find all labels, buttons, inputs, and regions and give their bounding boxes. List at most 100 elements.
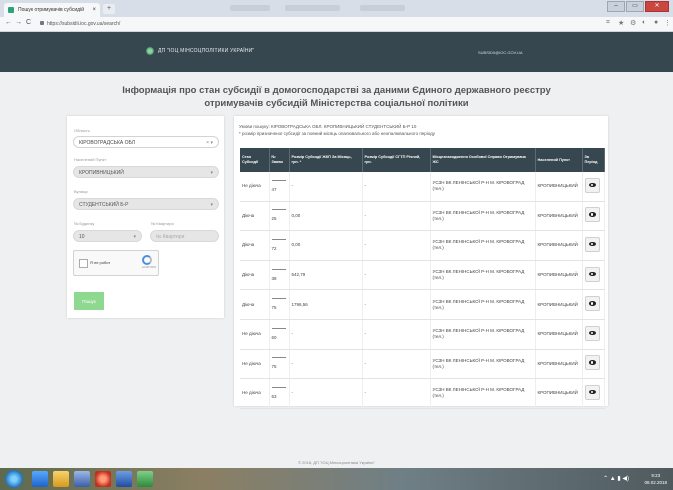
masked-number-line	[271, 179, 286, 181]
clear-chevron-icon[interactable]: × ▾	[206, 137, 213, 149]
case-location-cell: УСЗН ВК ЛЕНІНСЬКОЇ Р-Н М. КІРОВОГРАД (те…	[430, 378, 536, 409]
extension-icon[interactable]: ◐	[642, 19, 646, 26]
logo-text: ДП "ІОЦ МІНСОЦПОЛІТИКИ УКРАЇНИ"	[158, 48, 255, 54]
browser-tab-bar: Пошук отримувачів субсидій × + – ▭ ✕	[0, 0, 673, 17]
house-select[interactable]: 10 ▾	[73, 230, 142, 242]
bookmark-star-icon[interactable]: ★	[618, 19, 624, 27]
back-button[interactable]: ←	[5, 19, 12, 26]
application-number: 47	[271, 186, 277, 192]
application-number-cell: 47	[269, 172, 290, 202]
view-period-button[interactable]	[584, 207, 600, 223]
table-row: Діюча 72 0,00- УСЗН ВК ЛЕНІНСЬКОЇ Р-Н М. КІ…	[240, 230, 605, 261]
city-cell: КРОПИВНИЦЬКИЙ	[535, 349, 583, 380]
maximize-button[interactable]: ▭	[626, 1, 644, 12]
close-tab-icon[interactable]: ×	[92, 3, 96, 17]
chevron-down-icon: ▾	[133, 234, 136, 240]
site-footer: © 2018, ДП "ІОЦ Мінсоцполітики України"	[298, 460, 375, 465]
url-text: https://subsidii.ioc.gov.ua/search/	[47, 21, 121, 27]
apartment-placeholder: № Квартири	[156, 234, 185, 240]
menu-icon[interactable]: ⋮	[664, 19, 671, 27]
period-cell	[582, 349, 605, 380]
site-header: ДП "ІОЦ МІНСОЦПОЛІТИКИ УКРАЇНИ" SUBSIDII…	[0, 32, 673, 72]
sgtp-amount-cell: -	[362, 378, 431, 409]
results-table: Стан Субсидії № Заяви Розмір Субсидії ЖК…	[240, 148, 605, 409]
url-field[interactable]: https://subsidii.ioc.gov.ua/search/	[40, 19, 600, 29]
reload-button[interactable]: C	[26, 19, 31, 26]
column-header: Населений Пункт	[535, 148, 583, 172]
column-header: Розмір Субсидії ЖКП За Місяць, грн. *	[289, 148, 363, 172]
view-period-button[interactable]	[584, 266, 600, 282]
folder-icon[interactable]	[53, 471, 69, 487]
sgtp-amount-cell: -	[362, 260, 431, 291]
sgtp-amount-cell: -	[362, 230, 431, 261]
eye-pupil	[590, 302, 594, 305]
forward-button[interactable]: →	[15, 19, 22, 26]
status-cell: Не діюча	[240, 378, 270, 409]
subsidy-note: * розмір призначеної субсидії за повний …	[239, 130, 436, 136]
city-cell: КРОПИВНИЦЬКИЙ	[535, 378, 583, 409]
sgtp-amount-cell: -	[362, 319, 431, 350]
word-icon[interactable]	[116, 471, 132, 487]
city-select[interactable]: КРОПИВНИЦЬКИЙ ▾	[73, 166, 219, 178]
recaptcha-logo-icon	[142, 255, 152, 265]
status-cell: Діюча	[240, 201, 270, 232]
region-value: КІРОВОГРАДСЬКА ОБЛ	[79, 140, 136, 146]
case-location-cell: УСЗН ВК ЛЕНІНСЬКОЇ Р-Н М. КІРОВОГРАД (те…	[430, 201, 536, 232]
blurred-tab	[285, 5, 340, 11]
window-controls: – ▭ ✕	[607, 1, 669, 12]
blurred-tab	[360, 5, 405, 11]
city-cell: КРОПИВНИЦЬКИЙ	[535, 172, 583, 202]
sgtp-amount-cell: -	[362, 201, 431, 232]
apartment-input[interactable]: № Квартири	[150, 230, 219, 242]
status-cell: Не діюча	[240, 319, 270, 350]
extension-icon[interactable]: ⚙	[630, 19, 636, 27]
view-period-button[interactable]	[584, 325, 600, 341]
application-number: 75	[271, 364, 277, 370]
view-period-button[interactable]	[584, 384, 600, 400]
search-condition-text: Умови пошуку: КІРОВОГРАДСЬКА ОБЛ. КРОПИВ…	[239, 124, 417, 129]
masked-number-line	[271, 268, 286, 270]
site-logo[interactable]: ДП "ІОЦ МІНСОЦПОЛІТИКИ УКРАЇНИ"	[146, 47, 254, 55]
view-period-button[interactable]	[584, 296, 600, 312]
masked-number-line	[271, 357, 286, 359]
view-period-button[interactable]	[584, 177, 600, 193]
case-location-cell: УСЗН ВК ЛЕНІНСЬКОЇ Р-Н М. КІРОВОГРАД (те…	[430, 172, 536, 202]
view-period-button[interactable]	[584, 355, 600, 371]
region-select[interactable]: КІРОВОГРАДСЬКА ОБЛ × ▾	[73, 136, 219, 148]
city-value: КРОПИВНИЦЬКИЙ	[79, 170, 124, 176]
browser-tab[interactable]: Пошук отримувачів субсидій ×	[4, 3, 100, 17]
page-title: Інформація про стан субсидії в домогоспо…	[122, 85, 551, 109]
translate-icon[interactable]: ⌗	[606, 19, 610, 27]
view-period-button[interactable]	[584, 236, 600, 252]
zkp-amount-cell: 0,00	[289, 201, 363, 232]
close-window-button[interactable]: ✕	[645, 1, 669, 12]
apartment-label: № Квартири	[151, 221, 174, 226]
recaptcha-checkbox[interactable]	[79, 259, 88, 268]
application-number: 38	[271, 275, 277, 281]
period-cell	[582, 230, 605, 261]
new-tab-button[interactable]: +	[103, 4, 115, 14]
clock-time: 9:23	[651, 473, 661, 478]
system-tray-icons[interactable]: ⌃ ▲ ▮ ◀)	[603, 475, 629, 482]
search-button[interactable]: Пошук	[74, 292, 104, 310]
city-cell: КРОПИВНИЦЬКИЙ	[535, 319, 583, 350]
column-header: Стан Субсидії	[240, 148, 270, 172]
site-email[interactable]: SUBSIDII@IOC.GOV.UA	[478, 50, 523, 55]
table-row: Не діюча 47- - УСЗН ВК ЛЕНІНСЬКОЇ Р-Н М. КІ…	[240, 172, 605, 202]
start-button[interactable]	[5, 470, 23, 488]
application-number: 75	[271, 305, 277, 311]
excel-icon[interactable]	[137, 471, 153, 487]
street-select[interactable]: СТУДЕНТСЬКИЙ Б-Р ▾	[73, 198, 219, 210]
profile-icon[interactable]: ●	[654, 19, 658, 26]
city-cell: КРОПИВНИЦЬКИЙ	[535, 201, 583, 232]
save-icon[interactable]	[74, 471, 90, 487]
minimize-button[interactable]: –	[607, 1, 625, 12]
system-clock[interactable]: 9:23 08.02.2018	[644, 472, 667, 486]
status-cell: Діюча	[240, 260, 270, 291]
column-header: № Заяви	[269, 148, 290, 172]
ie-icon[interactable]	[32, 471, 48, 487]
opera-icon[interactable]	[95, 471, 111, 487]
table-header-row: Стан Субсидії № Заяви Розмір Субсидії ЖК…	[240, 148, 605, 172]
masked-number-line	[271, 327, 286, 329]
chevron-down-icon: ▾	[210, 170, 213, 176]
